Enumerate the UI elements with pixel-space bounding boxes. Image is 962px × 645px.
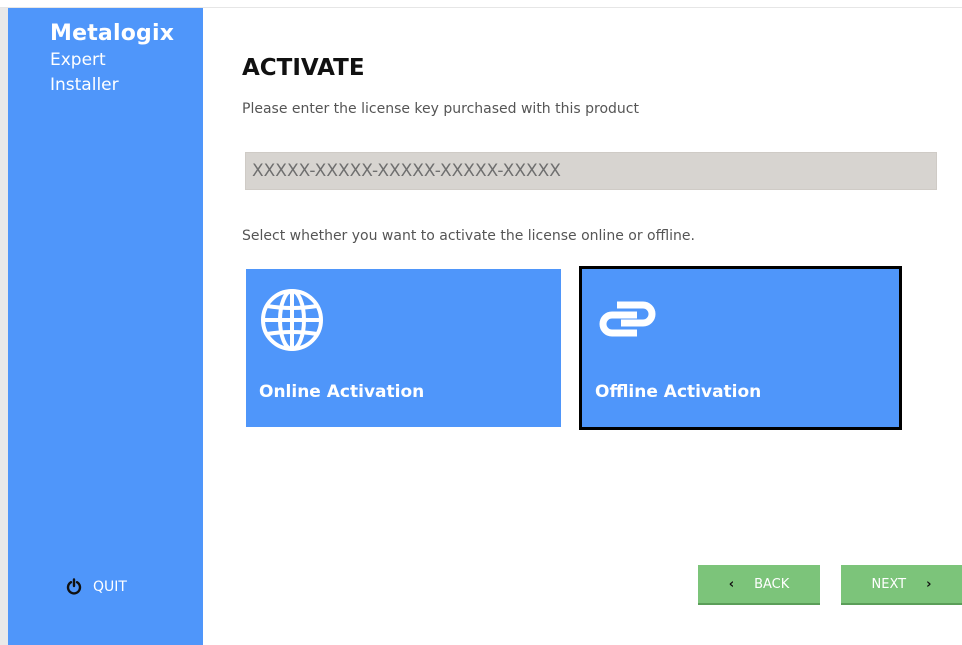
next-button[interactable]: NEXT ›: [841, 565, 962, 605]
window-top-edge: [0, 0, 962, 8]
offline-activation-label: Offline Activation: [595, 382, 762, 402]
back-button[interactable]: ‹ BACK: [698, 565, 820, 605]
globe-icon: [259, 286, 325, 358]
license-instruction: Please enter the license key purchased w…: [242, 101, 639, 117]
next-label: NEXT: [871, 576, 907, 592]
activation-method-instruction: Select whether you want to activate the …: [242, 228, 695, 244]
online-activation-label: Online Activation: [259, 382, 425, 402]
window-left-frame: [0, 8, 8, 645]
brand-subtitle-line2: Installer: [50, 75, 119, 95]
chevron-left-icon: ‹: [728, 576, 735, 592]
installer-window: Metalogix Expert Installer QUIT ACTIVATE…: [0, 0, 962, 645]
offline-activation-tile[interactable]: Offline Activation: [579, 266, 902, 430]
brand: Metalogix Expert Installer: [50, 20, 174, 98]
page-title: ACTIVATE: [242, 55, 365, 81]
brand-name: Metalogix: [50, 21, 175, 46]
power-icon: [66, 578, 82, 595]
brand-subtitle-line1: Expert: [50, 50, 106, 70]
online-activation-tile[interactable]: Online Activation: [246, 269, 561, 427]
quit-button[interactable]: QUIT: [66, 578, 127, 595]
license-key-input[interactable]: [245, 152, 937, 190]
chevron-right-icon: ›: [926, 576, 932, 592]
quit-label: QUIT: [93, 578, 127, 595]
main-content: ACTIVATE Please enter the license key pu…: [203, 8, 962, 645]
link-icon: [595, 299, 661, 343]
back-label: BACK: [754, 576, 790, 592]
sidebar: Metalogix Expert Installer QUIT: [8, 8, 203, 645]
